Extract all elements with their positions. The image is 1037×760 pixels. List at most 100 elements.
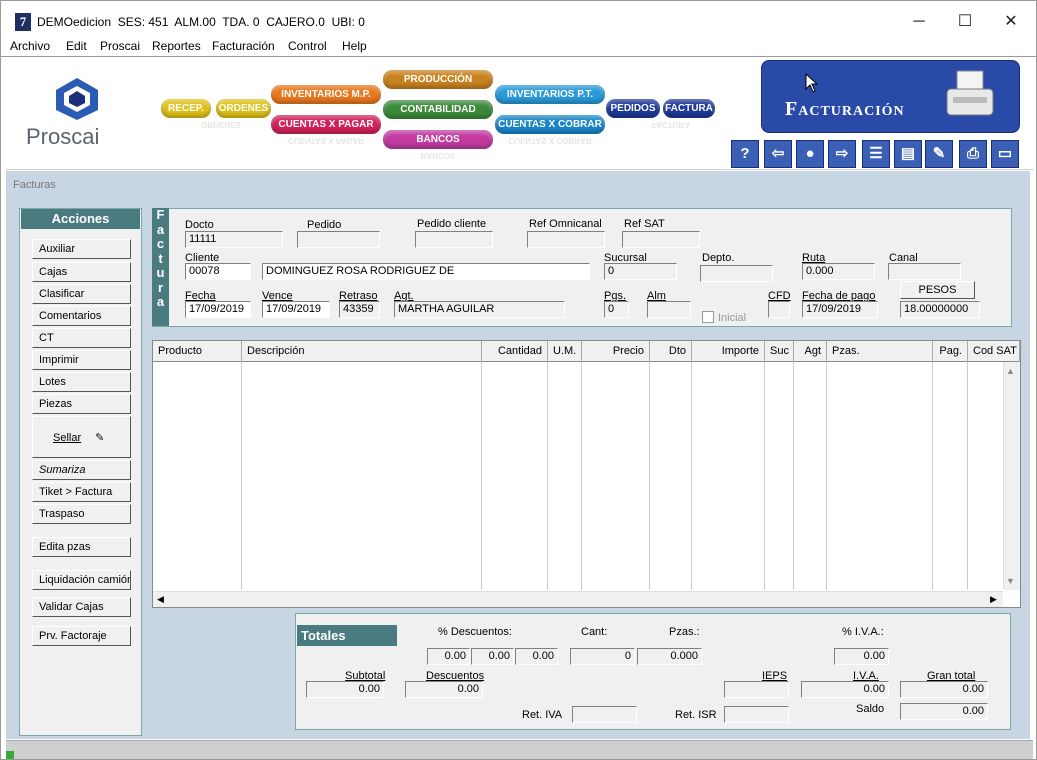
cliente-name-field[interactable]: DOMINGUEZ ROSA RODRIGUEZ DE [262, 263, 590, 280]
auxiliar-button[interactable]: Auxiliar [32, 239, 131, 259]
scroll-up-icon[interactable]: ▲ [1006, 366, 1015, 376]
factura-module-button[interactable]: FACTURA [663, 99, 715, 118]
validar-cajas-button[interactable]: Validar Cajas [32, 597, 131, 617]
menu-control[interactable]: Control [288, 39, 327, 53]
pgs-field[interactable]: 0 [604, 301, 629, 318]
prv-factoraje-button[interactable]: Prv. Factoraje [32, 626, 131, 646]
ruta-field[interactable]: 0.000 [802, 263, 875, 280]
ct-button[interactable]: CT [32, 328, 131, 348]
ref-sat-field[interactable] [622, 231, 700, 248]
search-user-icon[interactable]: ● [796, 140, 824, 168]
liquidacion-camion-button[interactable]: Liquidación camión [32, 570, 131, 590]
cuentas-cobrar-module-button[interactable]: CUENTAS X COBRAR [495, 115, 605, 134]
vence-field[interactable]: 17/09/2019 [262, 301, 330, 318]
cliente-code-field[interactable]: 00078 [185, 263, 251, 280]
inventarios-mp-module-button[interactable]: INVENTARIOS M.P. [271, 85, 381, 104]
depto-field[interactable] [700, 265, 773, 282]
bancos-module-button[interactable]: BANCOS [383, 130, 493, 149]
clasificar-button[interactable]: Clasificar [32, 284, 131, 304]
iva-pct-field[interactable]: 0.00 [834, 648, 889, 665]
saldo-field: 0.00 [900, 703, 988, 720]
col-importe[interactable]: Importe [692, 341, 765, 362]
sucursal-field[interactable]: 0 [604, 263, 677, 280]
saldo-label: Saldo [856, 703, 885, 715]
descuento-3-field[interactable]: 0.00 [515, 648, 558, 665]
contabilidad-module-button[interactable]: CONTABILIDAD [383, 100, 493, 119]
ordenes-module-button[interactable]: ORDENES [216, 99, 271, 118]
close-button[interactable]: ✕ [991, 9, 1031, 35]
menu-edit[interactable]: Edit [66, 39, 87, 53]
col-cantidad[interactable]: Cantidad [482, 341, 548, 362]
bancos-reflection: BANCOS [420, 152, 456, 160]
inicial-checkbox[interactable] [702, 311, 714, 323]
descuento-2-field[interactable]: 0.00 [471, 648, 514, 665]
menu-help[interactable]: Help [342, 39, 367, 53]
recep-module-button[interactable]: RECEP. [161, 99, 211, 118]
col-um[interactable]: U.M. [548, 341, 582, 362]
vertical-scrollbar[interactable]: ▲ ▼ [1003, 362, 1020, 590]
grid-column [827, 362, 933, 590]
col-pzas[interactable]: Pzas. [827, 341, 933, 362]
mouse-cursor-icon [805, 73, 819, 93]
edita-pzas-button[interactable]: Edita pzas [32, 537, 131, 557]
tipo-cambio-field[interactable]: 18.00000000 [900, 301, 980, 318]
sumariza-button[interactable]: Sumariza [32, 460, 131, 480]
grid-column [582, 362, 650, 590]
fecha-pago-field[interactable]: 17/09/2019 [802, 301, 878, 318]
notes-icon[interactable]: ▤ [894, 140, 922, 168]
col-suc[interactable]: Suc [765, 341, 794, 362]
canal-field[interactable] [888, 263, 961, 280]
scroll-down-icon[interactable]: ▼ [1006, 576, 1015, 586]
col-pag[interactable]: Pag. [933, 341, 968, 362]
col-dto[interactable]: Dto [650, 341, 692, 362]
pzas-label: Pzas.: [669, 626, 700, 638]
print-icon[interactable]: ⎙ [959, 140, 987, 168]
maximize-button[interactable]: ☐ [945, 9, 985, 35]
menu-facturacion[interactable]: Facturación [212, 39, 275, 53]
scroll-right-icon[interactable]: ▶ [990, 594, 997, 605]
menu-reportes[interactable]: Reportes [152, 39, 201, 53]
col-agt[interactable]: Agt [794, 341, 827, 362]
col-cod-sat[interactable]: Cod SAT [968, 341, 1020, 362]
pzas-field: 0.000 [637, 648, 702, 665]
list-icon[interactable]: ☰ [862, 140, 890, 168]
window-icon[interactable]: ▭ [991, 140, 1019, 168]
pedido-field[interactable] [297, 231, 380, 248]
piezas-button[interactable]: Piezas [32, 394, 131, 414]
inventarios-pt-module-button[interactable]: INVENTARIOS P.T. [495, 85, 605, 104]
back-icon[interactable]: ⇦ [764, 140, 792, 168]
retraso-field[interactable]: 43359 [339, 301, 380, 318]
horizontal-scrollbar[interactable]: ◀ ▶ [153, 591, 1003, 607]
moneda-button[interactable]: PESOS [900, 281, 975, 299]
pedidos-module-button[interactable]: PEDIDOS [606, 99, 660, 118]
imprimir-button[interactable]: Imprimir [32, 350, 131, 370]
factura-reflection: FACTURA [651, 121, 691, 129]
traspaso-button[interactable]: Traspaso [32, 504, 131, 524]
produccion-module-button[interactable]: PRODUCCIÓN [383, 70, 493, 89]
col-precio[interactable]: Precio [582, 341, 650, 362]
minimize-button[interactable]: ─ [899, 9, 939, 35]
comentarios-button[interactable]: Comentarios [32, 306, 131, 326]
agente-field[interactable]: MARTHA AGUILAR [394, 301, 565, 318]
cuentas-pagar-module-button[interactable]: CUENTAS X PAGAR [271, 115, 381, 134]
edit-icon[interactable]: ✎ [925, 140, 953, 168]
tiket-factura-button[interactable]: Tiket > Factura [32, 482, 131, 502]
col-producto[interactable]: Producto [153, 341, 242, 362]
menu-archivo[interactable]: Archivo [10, 39, 50, 53]
help-icon[interactable]: ? [731, 140, 759, 168]
cajas-button[interactable]: Cajas [32, 262, 131, 282]
scroll-left-icon[interactable]: ◀ [157, 594, 164, 605]
forward-icon[interactable]: ⇨ [828, 140, 856, 168]
alm-field[interactable] [647, 301, 691, 318]
docto-field[interactable]: 11111 [185, 231, 283, 248]
cfd-field[interactable] [768, 301, 790, 318]
grid-column [933, 362, 968, 590]
lotes-button[interactable]: Lotes [32, 372, 131, 392]
menu-proscai[interactable]: Proscai [100, 39, 140, 53]
col-descripcion[interactable]: Descripción [242, 341, 482, 362]
fecha-field[interactable]: 17/09/2019 [185, 301, 251, 318]
pedido-cliente-field[interactable] [415, 231, 493, 248]
ref-omnicanal-field[interactable] [527, 231, 605, 248]
descuento-1-field[interactable]: 0.00 [427, 648, 470, 665]
sellar-button[interactable]: Sellar ✎ [32, 416, 131, 458]
